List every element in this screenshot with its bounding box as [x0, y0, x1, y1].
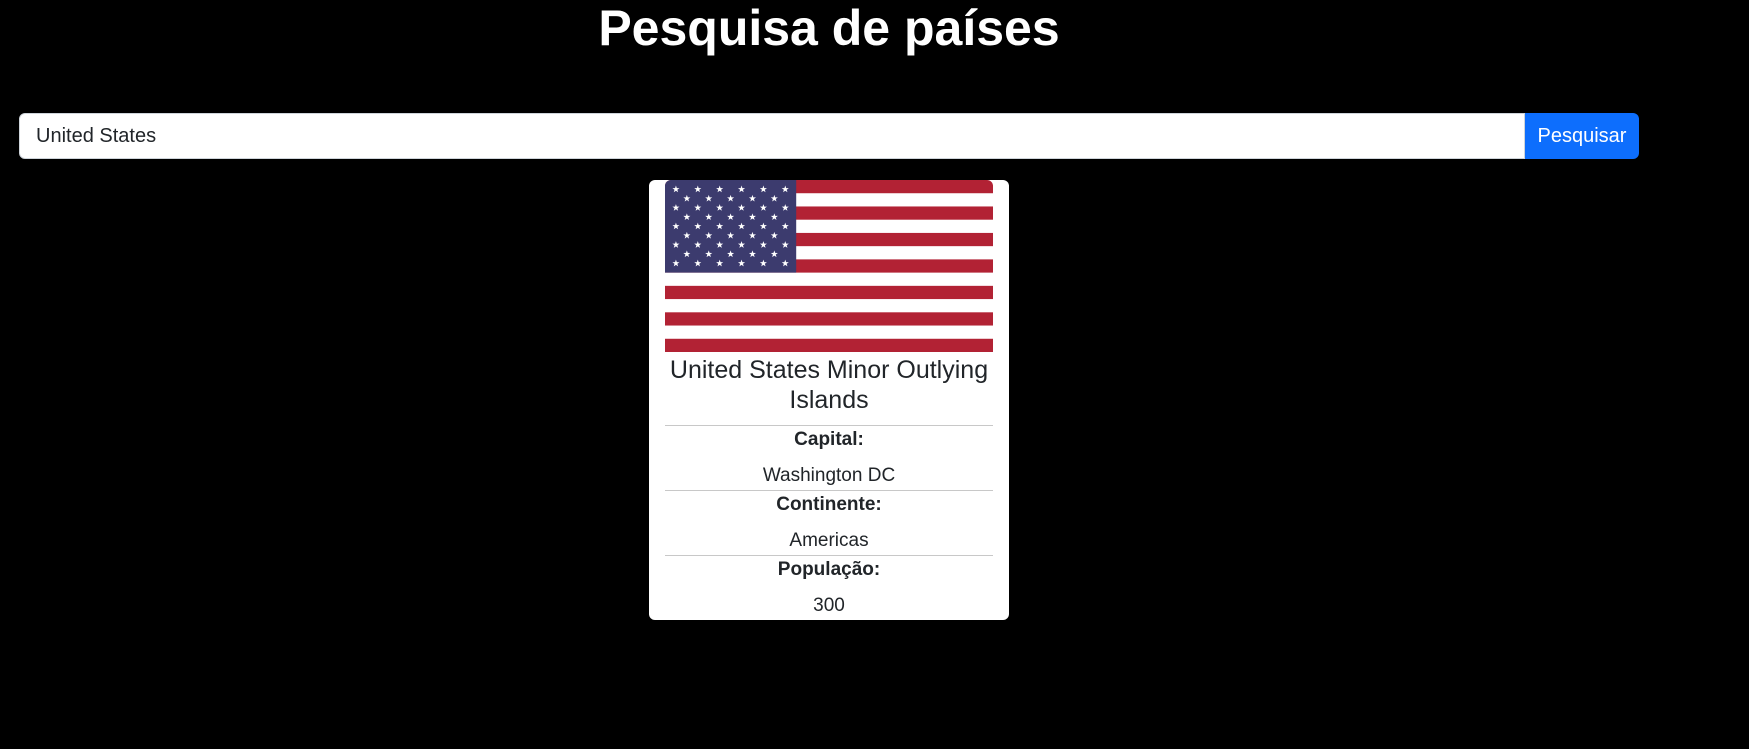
population-label: População:	[777, 559, 881, 580]
continent-label: Continente:	[776, 494, 882, 515]
search-form: Pesquisar	[19, 113, 1639, 159]
capital-label: Capital:	[794, 429, 864, 450]
page: Pesquisa de países Pesquisar United Stat…	[0, 0, 1749, 749]
continent-section: Continente: Americas	[665, 491, 993, 556]
page-title: Pesquisa de países	[598, 0, 1060, 56]
population-section: População: 300	[665, 556, 993, 621]
capital-section: Capital: Washington DC	[665, 426, 993, 491]
population-value: 300	[813, 595, 845, 616]
country-card: United States Minor Outlying Islands Cap…	[649, 180, 1009, 620]
continent-value: Americas	[789, 530, 869, 551]
search-button[interactable]: Pesquisar	[1525, 113, 1639, 159]
capital-value: Washington DC	[762, 465, 896, 486]
search-input[interactable]	[19, 113, 1525, 159]
us-flag-image	[665, 180, 993, 352]
country-name: United States Minor Outlying Islands	[665, 355, 993, 426]
